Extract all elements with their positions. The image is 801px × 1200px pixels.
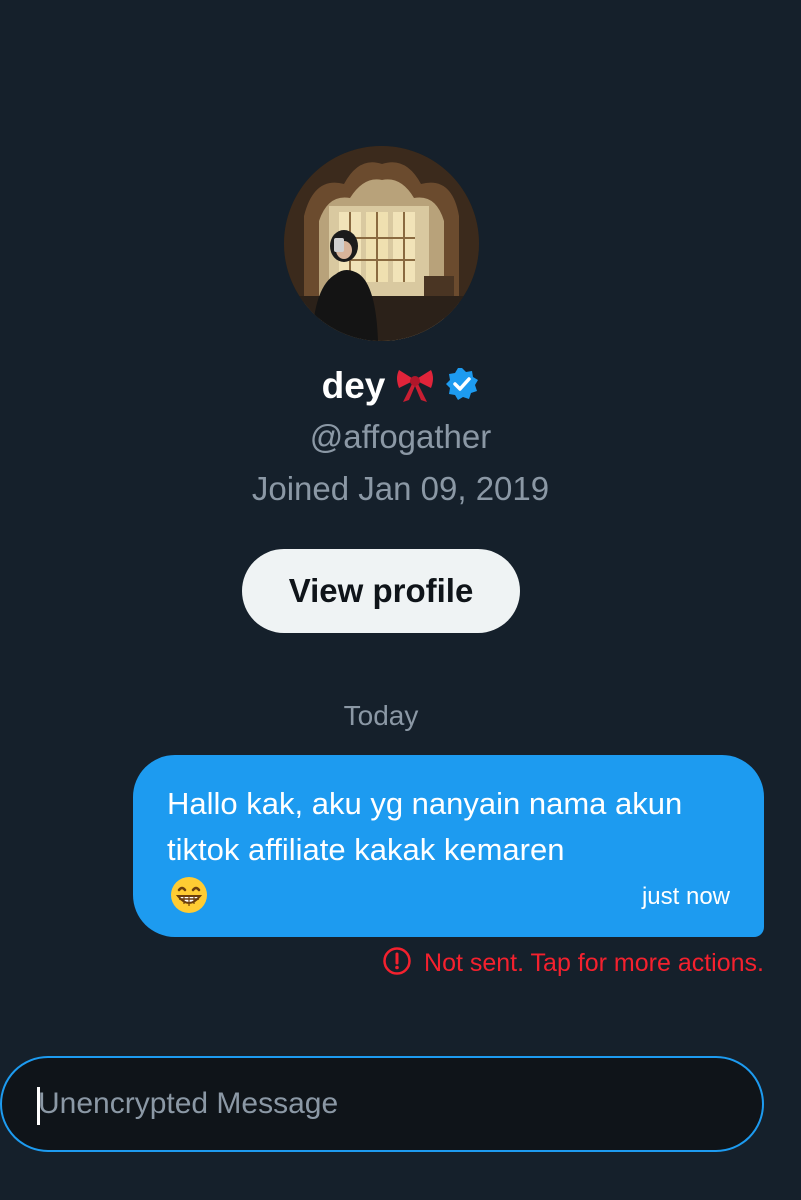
avatar[interactable]	[284, 146, 479, 341]
message-bubble[interactable]: Hallo kak, aku yg nanyain nama akun tikt…	[133, 755, 764, 937]
grinning-face-icon	[169, 875, 209, 920]
view-profile-button[interactable]: View profile	[242, 549, 520, 633]
ribbon-bow-icon	[393, 362, 437, 411]
profile-handle: @affogather	[309, 418, 492, 455]
text-cursor	[37, 1087, 40, 1125]
message-composer[interactable]	[0, 1056, 764, 1152]
date-divider: Today	[343, 700, 419, 731]
display-name: dey	[321, 365, 386, 406]
verified-badge-icon[interactable]	[445, 367, 479, 406]
message-text: Hallo kak, aku yg nanyain nama akun tikt…	[167, 786, 691, 867]
profile-photo	[284, 146, 479, 341]
message-status-error[interactable]: Not sent. Tap for more actions.	[382, 946, 764, 981]
message-timestamp: just now	[641, 883, 730, 910]
joined-date: Joined Jan 09, 2019	[251, 470, 550, 507]
profile-name-row: dey	[0, 360, 801, 412]
message-input[interactable]	[38, 1058, 738, 1150]
message-status-text: Not sent. Tap for more actions.	[424, 949, 764, 977]
alert-circle-icon	[382, 946, 412, 981]
